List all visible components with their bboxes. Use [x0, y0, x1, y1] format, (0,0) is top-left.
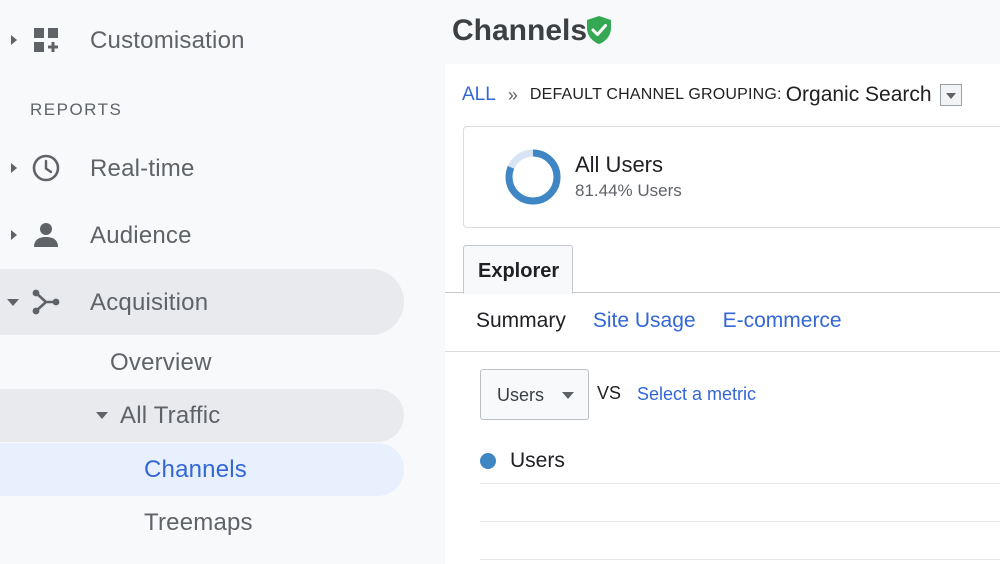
- sidebar-item-label: Customisation: [90, 27, 245, 54]
- sidebar-item-label: Real-time: [90, 155, 195, 182]
- subtabs: Summary Site Usage E-commerce: [476, 309, 842, 333]
- vs-label: VS: [597, 383, 622, 403]
- segment-card[interactable]: All Users 81.44% Users: [463, 126, 1000, 228]
- title-bar: Channels: [445, 0, 1000, 64]
- sidebar-item-label: All Traffic: [120, 402, 221, 429]
- person-icon: [34, 223, 58, 247]
- clock-icon: [32, 154, 60, 182]
- breadcrumb-all-link[interactable]: ALL: [462, 84, 496, 106]
- acquisition-icon: [32, 289, 60, 315]
- segment-percent: 81.44% Users: [575, 181, 682, 200]
- chart-grid-line: [480, 559, 1000, 560]
- caret-down-icon[interactable]: [96, 412, 108, 419]
- subtab-divider: [445, 351, 1000, 352]
- chevron-down-icon: [562, 392, 574, 399]
- breadcrumb-separator: »: [507, 84, 518, 105]
- breadcrumb-dimension: DEFAULT CHANNEL GROUPING:: [529, 86, 782, 103]
- select-metric-link[interactable]: Select a metric: [637, 384, 756, 405]
- metric-select[interactable]: Users: [480, 369, 589, 420]
- subtab-e-commerce[interactable]: E-commerce: [723, 309, 842, 333]
- breadcrumb-dropdown-button[interactable]: [939, 84, 962, 106]
- metric-select-value: Users: [497, 385, 545, 405]
- tab-explorer[interactable]: Explorer: [463, 245, 573, 294]
- sidebar-item-label: Channels: [144, 456, 248, 483]
- verified-shield-icon: [587, 16, 611, 44]
- chart-grid-line: [480, 483, 1000, 484]
- segment-donut-icon: [505, 149, 561, 205]
- tab-label: Explorer: [478, 260, 560, 282]
- legend-label: Users: [510, 449, 565, 472]
- sidebar-item-treemaps[interactable]: Treemaps: [144, 509, 253, 537]
- main-content: Channels ALL » DEFAULT CHANNEL GROUPING:…: [445, 0, 1000, 564]
- sidebar: Customisation REPORTS Real-time Audience…: [0, 0, 445, 564]
- dashboard-plus-icon: [34, 28, 58, 52]
- caret-right-icon[interactable]: [11, 163, 17, 173]
- breadcrumb-value: Organic Search: [785, 83, 932, 106]
- legend-dot-icon: [480, 453, 496, 469]
- caret-right-icon[interactable]: [11, 230, 17, 240]
- reports-section-label: REPORTS: [30, 100, 123, 119]
- page-title: Channels: [452, 14, 588, 47]
- caret-down-icon[interactable]: [7, 299, 19, 306]
- chart-grid-line: [480, 521, 1000, 522]
- breadcrumb: ALL » DEFAULT CHANNEL GROUPING: Organic …: [462, 83, 962, 107]
- sidebar-item-label: Acquisition: [90, 289, 209, 316]
- sidebar-item-overview[interactable]: Overview: [110, 349, 212, 377]
- segment-name: All Users: [575, 152, 664, 177]
- caret-right-icon[interactable]: [11, 35, 17, 45]
- subtab-summary[interactable]: Summary: [476, 309, 566, 333]
- subtab-site-usage[interactable]: Site Usage: [593, 309, 696, 333]
- sidebar-item-label: Audience: [90, 222, 192, 249]
